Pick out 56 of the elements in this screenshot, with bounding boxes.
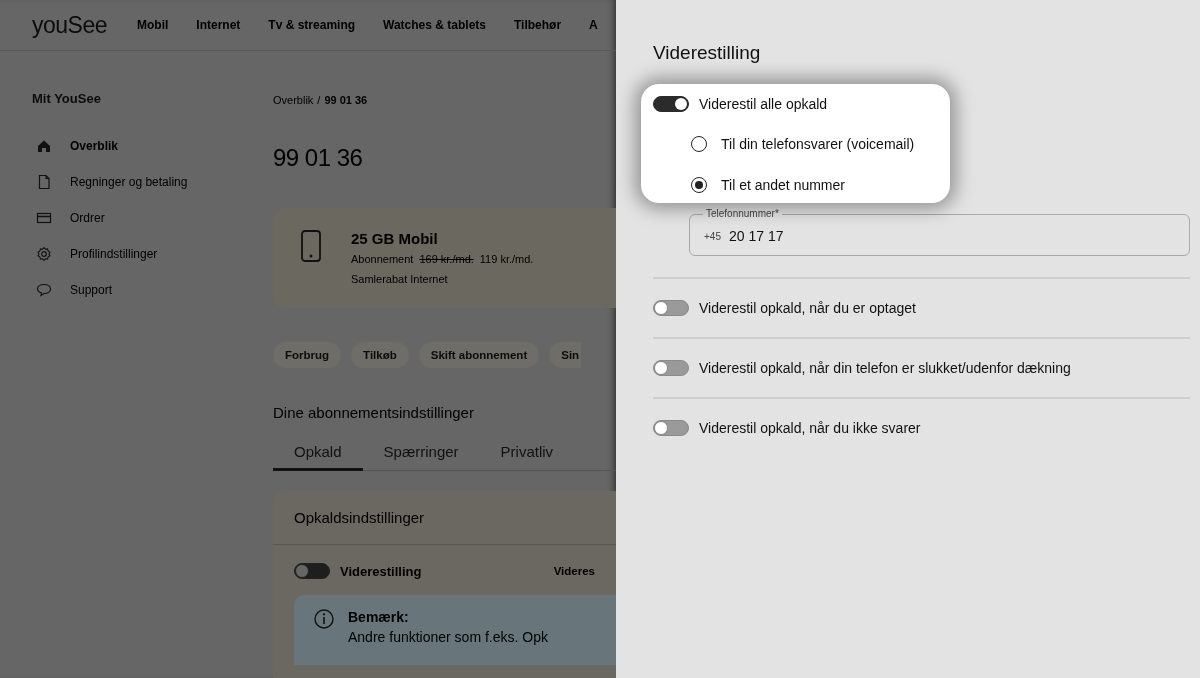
option-label: Til din telefonsvarer (voicemail) xyxy=(721,136,915,152)
subscription-label: Abonnement xyxy=(351,253,414,265)
toggle-switch[interactable] xyxy=(653,360,689,376)
field-value: 20 17 17 xyxy=(728,228,784,244)
sidebar-item[interactable]: Ordrer xyxy=(32,200,273,236)
sidebar-item[interactable]: Support xyxy=(32,272,273,308)
drawer-title: Viderestilling xyxy=(653,42,762,64)
section-title: Dine abonnementsindstillinger xyxy=(273,404,475,421)
sidebar-item[interactable]: Profilindstillinger xyxy=(32,236,273,272)
price: 119 kr./md. xyxy=(479,253,534,265)
gear-icon xyxy=(36,246,52,262)
page-heading: 99 01 36 xyxy=(273,144,364,172)
nav-link[interactable]: Watches & tablets xyxy=(383,18,486,32)
notice-text: Andre funktioner som f.eks. Opk xyxy=(348,629,548,645)
notice-title: Bemærk: xyxy=(348,609,410,625)
nav-link[interactable]: Internet xyxy=(196,18,241,32)
chip-button[interactable]: Skift abonnement xyxy=(418,342,540,368)
home-icon xyxy=(36,138,52,154)
chip-button[interactable]: Forbrug xyxy=(273,342,342,368)
toggle-switch[interactable] xyxy=(653,300,689,316)
toggle-label: Viderestilling xyxy=(340,563,422,579)
toggle-label: Viderestil opkald, når du ikke svarer xyxy=(699,420,921,436)
card-icon xyxy=(36,210,52,226)
nav-link[interactable]: Tv & streaming xyxy=(268,18,356,32)
document-icon xyxy=(36,174,52,190)
sidebar-title: Mit YouSee xyxy=(32,91,102,106)
toggle-label: Viderestil alle opkald xyxy=(699,96,828,112)
tab[interactable]: Opkald xyxy=(273,435,363,471)
field-label: Telefonnummer* xyxy=(703,208,782,220)
breadcrumb-link[interactable]: Overblik xyxy=(273,94,314,106)
nav-link[interactable]: Tilbehør xyxy=(514,18,562,32)
toggle-switch[interactable] xyxy=(653,420,689,436)
plan-title: 25 GB Mobil xyxy=(351,230,439,247)
old-price: 169 kr./md. xyxy=(419,253,474,265)
toggle-switch[interactable] xyxy=(294,563,330,579)
country-code: +45 xyxy=(704,230,721,242)
tab[interactable]: Spærringer xyxy=(362,435,480,471)
chip-button[interactable]: Tilkøb xyxy=(351,342,409,368)
nav-link[interactable]: A xyxy=(589,18,598,32)
toggle-switch[interactable] xyxy=(653,96,689,112)
phone-icon xyxy=(301,230,321,262)
info-icon xyxy=(314,609,334,629)
nav-link[interactable]: Mobil xyxy=(137,18,169,32)
logo: youSee xyxy=(32,11,107,39)
breadcrumb-separator: / xyxy=(317,94,321,106)
discount-text: Samlerabat Internet xyxy=(351,273,449,285)
sidebar-item[interactable]: Overblik xyxy=(32,128,273,164)
option-label: Til et andet nummer xyxy=(721,177,845,193)
chip-button[interactable]: Sin xyxy=(549,342,582,368)
sidebar-item[interactable]: Regninger og betaling xyxy=(32,164,273,200)
toggle-label: Viderestil opkald, når du er optaget xyxy=(699,300,916,316)
toggle-label: Viderestil opkald, når din telefon er slukket/udenfor dækning xyxy=(699,360,1071,376)
side-text: Videres xyxy=(553,565,595,577)
breadcrumb-current: 99 01 36 xyxy=(324,94,368,106)
tab[interactable]: Privatliv xyxy=(479,435,575,471)
chat-bubble-icon xyxy=(36,282,52,298)
